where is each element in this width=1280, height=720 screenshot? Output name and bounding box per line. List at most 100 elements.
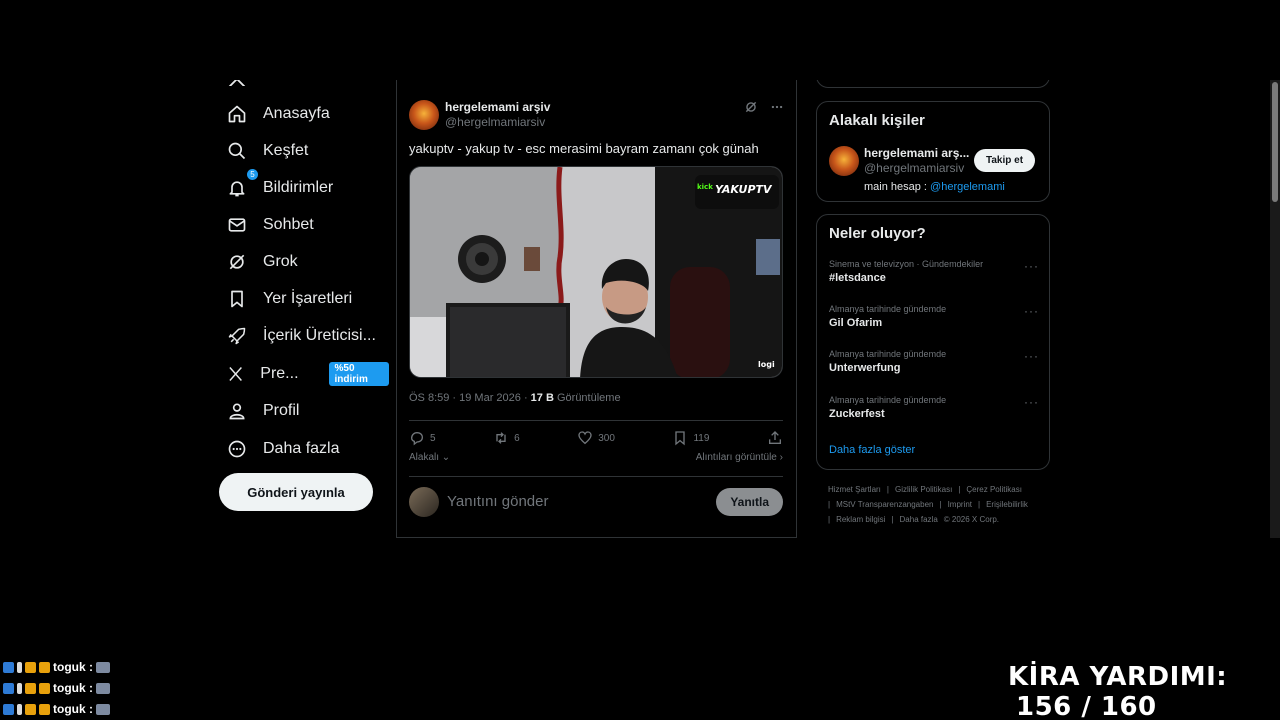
emote-icon [96, 682, 110, 694]
mail-icon [228, 218, 246, 232]
related-person-handle[interactable]: @hergelmamiarsiv [864, 161, 969, 175]
scrollbar-thumb[interactable] [1272, 82, 1278, 202]
more-options-icon[interactable]: ··· [1024, 395, 1039, 409]
sidebar-item-label: Pre... [260, 365, 299, 382]
trend-item[interactable]: Almanya tarihinde gündemde Unterwerfung … [829, 349, 1039, 374]
badge-icon [25, 682, 36, 694]
sidebar-item-label: Yer İşaretleri [263, 290, 353, 307]
sidebar-item-explore[interactable]: Keşfet [227, 136, 308, 166]
view-quotes-label: Alıntıları görüntüle [695, 452, 777, 463]
badge-icon [3, 682, 14, 694]
video-logo: YAKUPTV [715, 183, 773, 196]
reply-input[interactable]: Yanıtını gönder [447, 493, 708, 510]
tweet-author-handle[interactable]: @hergelmamiarsiv [445, 115, 550, 129]
more-options-icon[interactable] [770, 100, 784, 114]
reply-button[interactable]: Yanıtla [716, 487, 783, 516]
reply-count: 5 [430, 432, 436, 444]
avatar[interactable] [409, 100, 439, 130]
footer-link[interactable]: MStV Transparenzangaben [836, 500, 933, 509]
sidebar-item-label: Daha fazla [263, 440, 340, 457]
donation-counter-label: KİRA YARDIMI: [1008, 662, 1228, 692]
trends-card: Neler oluyor? Sinema ve televizyon · Gün… [816, 214, 1050, 470]
bookmark-icon [231, 290, 243, 308]
related-person-name[interactable]: hergelemami arş... [864, 146, 969, 161]
trend-context: Almanya tarihinde gündemde [829, 395, 947, 405]
search-icon [228, 142, 246, 160]
related-dropdown[interactable]: Alakalı ⌄ [409, 452, 450, 463]
tweet-meta: ÖS 8:59 · 19 Mar 2026 · 17 B Görüntüleme [409, 392, 621, 404]
sidebar-item-profile[interactable]: Profil [227, 396, 299, 426]
x-logo-link[interactable] [227, 80, 247, 86]
more-options-icon[interactable]: ··· [1024, 304, 1039, 318]
emote-icon [96, 703, 110, 715]
tweet-text: yakuptv - yakup tv - esc merasimi bayram… [409, 141, 759, 156]
trend-item[interactable]: Sinema ve televizyon · Gündemdekiler #le… [829, 259, 1039, 284]
more-options-icon[interactable]: ··· [1024, 349, 1039, 363]
post-button[interactable]: Gönderi yayınla [219, 473, 373, 511]
show-more-link[interactable]: Daha fazla göster [829, 444, 915, 456]
bio-text: main hesap : [864, 181, 931, 193]
sidebar-item-creator[interactable]: İçerik Üreticisi... [227, 321, 376, 351]
footer-copyright: © 2026 X Corp. [943, 515, 1000, 524]
footer-link[interactable]: Çerez Politikası [966, 485, 1022, 494]
footer-link[interactable]: Hizmet Şartları [828, 485, 881, 494]
badge-icon [39, 682, 50, 694]
avatar[interactable] [829, 146, 859, 176]
related-label: Alakalı [409, 452, 440, 463]
trend-item[interactable]: Almanya tarihinde gündemde Zuckerfest ··… [829, 395, 1039, 420]
view-quotes-link[interactable]: Alıntıları görüntüle › [696, 452, 783, 463]
reply-action[interactable]: 5 [409, 430, 436, 446]
bio-mention-link[interactable]: @hergelemami [930, 181, 1005, 193]
tweet-video[interactable]: kick YAKUPTV logi [409, 166, 783, 378]
share-action[interactable] [767, 430, 783, 446]
trend-name: #letsdance [829, 272, 886, 284]
footer-link[interactable]: Reklam bilgisi [836, 515, 885, 524]
browser-viewport: Anasayfa Keşfet 5 Bildirimler Sohbet Gro… [0, 80, 1280, 540]
sidebar-item-home[interactable]: Anasayfa [227, 99, 330, 129]
chevron-down-icon: ⌄ [441, 452, 451, 463]
tweet-author-name[interactable]: hergelemami arşiv [445, 100, 550, 115]
notification-badge: 5 [247, 169, 258, 180]
retweet-action[interactable]: 6 [493, 430, 520, 446]
tweet-header: hergelemami arşiv @hergelmamiarsiv [409, 100, 550, 130]
trend-item[interactable]: Almanya tarihinde gündemde Gil Ofarim ··… [829, 304, 1039, 329]
home-icon [228, 105, 246, 123]
sidebar-item-label: Anasayfa [263, 105, 330, 122]
search-card-remnant [816, 80, 1050, 88]
footer-link[interactable]: Imprint [948, 500, 972, 509]
like-action[interactable]: 300 [577, 430, 615, 446]
bell-icon [229, 181, 245, 197]
video-frame: kick YAKUPTV logi [410, 167, 782, 377]
tweet-header-actions [744, 100, 784, 114]
sidebar-item-more[interactable]: Daha fazla [227, 434, 340, 464]
sidebar-item-label: Profil [263, 402, 300, 419]
chevron-right-icon: › [779, 452, 783, 463]
tweet-views-label: Görüntüleme [553, 392, 621, 404]
footer-link[interactable]: Gizlilik Politikası [895, 485, 952, 494]
footer-link[interactable]: Erişilebilirlik [986, 500, 1028, 509]
chat-username: toguk : [53, 702, 93, 716]
bookmark-action[interactable]: 119 [672, 430, 709, 446]
grok-icon[interactable] [744, 100, 758, 114]
badge-icon [39, 703, 50, 715]
tweet-view-count: 17 B [530, 392, 554, 404]
badge-icon [3, 661, 14, 673]
sidebar-item-label: Sohbet [263, 216, 314, 233]
sidebar-item-premium[interactable]: Pre... %50 indirim [227, 359, 389, 389]
badge-icon [17, 703, 22, 715]
trend-context: Almanya tarihinde gündemde [829, 349, 947, 359]
more-options-icon[interactable]: ··· [1024, 259, 1039, 273]
sidebar-item-messages[interactable]: Sohbet [227, 210, 314, 240]
sidebar-item-notifications[interactable]: 5 Bildirimler [227, 169, 333, 203]
svg-text:kick: kick [697, 183, 713, 191]
sidebar-item-grok[interactable]: Grok [227, 247, 298, 277]
follow-button[interactable]: Takip et [974, 149, 1036, 172]
footer-more-link[interactable]: Daha fazla [900, 515, 938, 524]
related-people-card: Alakalı kişiler hergelemami arş... @herg… [816, 101, 1050, 202]
tweet-detail: hergelemami arşiv @hergelmamiarsiv yakup… [396, 80, 797, 538]
badge-icon [17, 661, 22, 673]
sidebar-item-bookmarks[interactable]: Yer İşaretleri [227, 284, 352, 314]
like-count: 300 [598, 432, 615, 444]
trend-name: Unterwerfung [829, 362, 901, 374]
tweet-timestamp[interactable]: ÖS 8:59 · 19 Mar 2026 · [409, 392, 531, 404]
